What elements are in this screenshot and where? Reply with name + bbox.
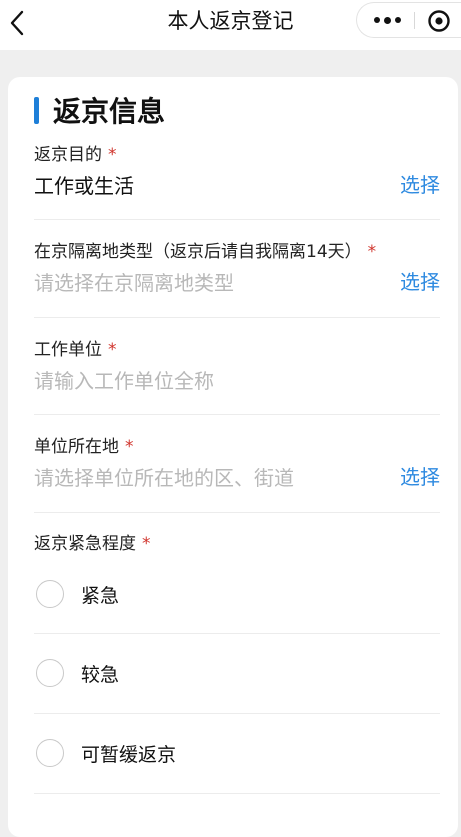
required-mark: * (125, 437, 134, 457)
mini-program-capsule (356, 2, 461, 38)
radio-label: 紧急 (81, 584, 120, 607)
return-purpose-select-button[interactable]: 选择 (400, 169, 440, 198)
quarantine-location-select-button[interactable]: 选择 (400, 266, 440, 295)
required-mark: * (108, 145, 117, 165)
work-unit-location-select-button[interactable]: 选择 (400, 461, 440, 490)
field-label: 工作单位 * (34, 340, 117, 360)
field-label: 在京隔离地类型（返京后请自我隔离14天） * (34, 242, 377, 262)
required-mark: * (142, 534, 151, 554)
close-button[interactable] (425, 7, 453, 35)
urgency-option-urgent[interactable]: 紧急 (34, 572, 440, 616)
radio-label: 较急 (81, 663, 120, 686)
field-label: 返京目的 * (34, 145, 117, 165)
field-label: 返京紧急程度 * (34, 534, 151, 554)
divider (34, 713, 440, 714)
section-title: 返京信息 (53, 95, 166, 128)
return-purpose-value: 工作或生活 (34, 174, 134, 198)
navigation-bar: 本人返京登记 (0, 0, 461, 50)
radio-button[interactable] (36, 659, 64, 687)
work-unit-input[interactable]: 请输入工作单位全称 (34, 365, 214, 394)
capsule-divider (414, 12, 415, 29)
divider (34, 512, 440, 513)
more-button[interactable] (369, 3, 405, 37)
urgency-option-can-postpone[interactable]: 可暂缓返京 (34, 731, 440, 775)
radio-button[interactable] (36, 580, 64, 608)
divider (34, 633, 440, 634)
divider (34, 414, 440, 415)
urgency-field: 返京紧急程度 * (34, 529, 440, 557)
divider (34, 219, 440, 220)
more-dots-icon (373, 17, 380, 23)
urgency-option-fairly-urgent[interactable]: 较急 (34, 651, 440, 695)
field-label: 单位所在地 * (34, 437, 134, 457)
quarantine-location-type-placeholder: 请选择在京隔离地类型 (34, 271, 234, 295)
form-card: 返京信息 返京目的 * 工作或生活 选择 在京隔离地类型（返京后请自我隔离14天）… (8, 77, 458, 837)
section-accent-bar (34, 96, 39, 124)
section-header: 返京信息 (34, 93, 166, 128)
required-mark: * (367, 242, 377, 262)
work-unit-location-field[interactable]: 单位所在地 * 请选择单位所在地的区、街道 选择 (34, 432, 440, 492)
return-purpose-field[interactable]: 返京目的 * 工作或生活 选择 (34, 140, 440, 200)
work-unit-field[interactable]: 工作单位 * 请输入工作单位全称 (34, 335, 440, 395)
required-mark: * (108, 340, 117, 360)
target-circle-icon (428, 10, 450, 32)
work-unit-location-placeholder: 请选择单位所在地的区、街道 (34, 466, 294, 490)
divider (34, 317, 440, 318)
divider (34, 793, 440, 794)
radio-button[interactable] (36, 739, 64, 767)
radio-label: 可暂缓返京 (81, 743, 177, 766)
quarantine-location-type-field[interactable]: 在京隔离地类型（返京后请自我隔离14天） * 请选择在京隔离地类型 选择 (34, 237, 440, 297)
